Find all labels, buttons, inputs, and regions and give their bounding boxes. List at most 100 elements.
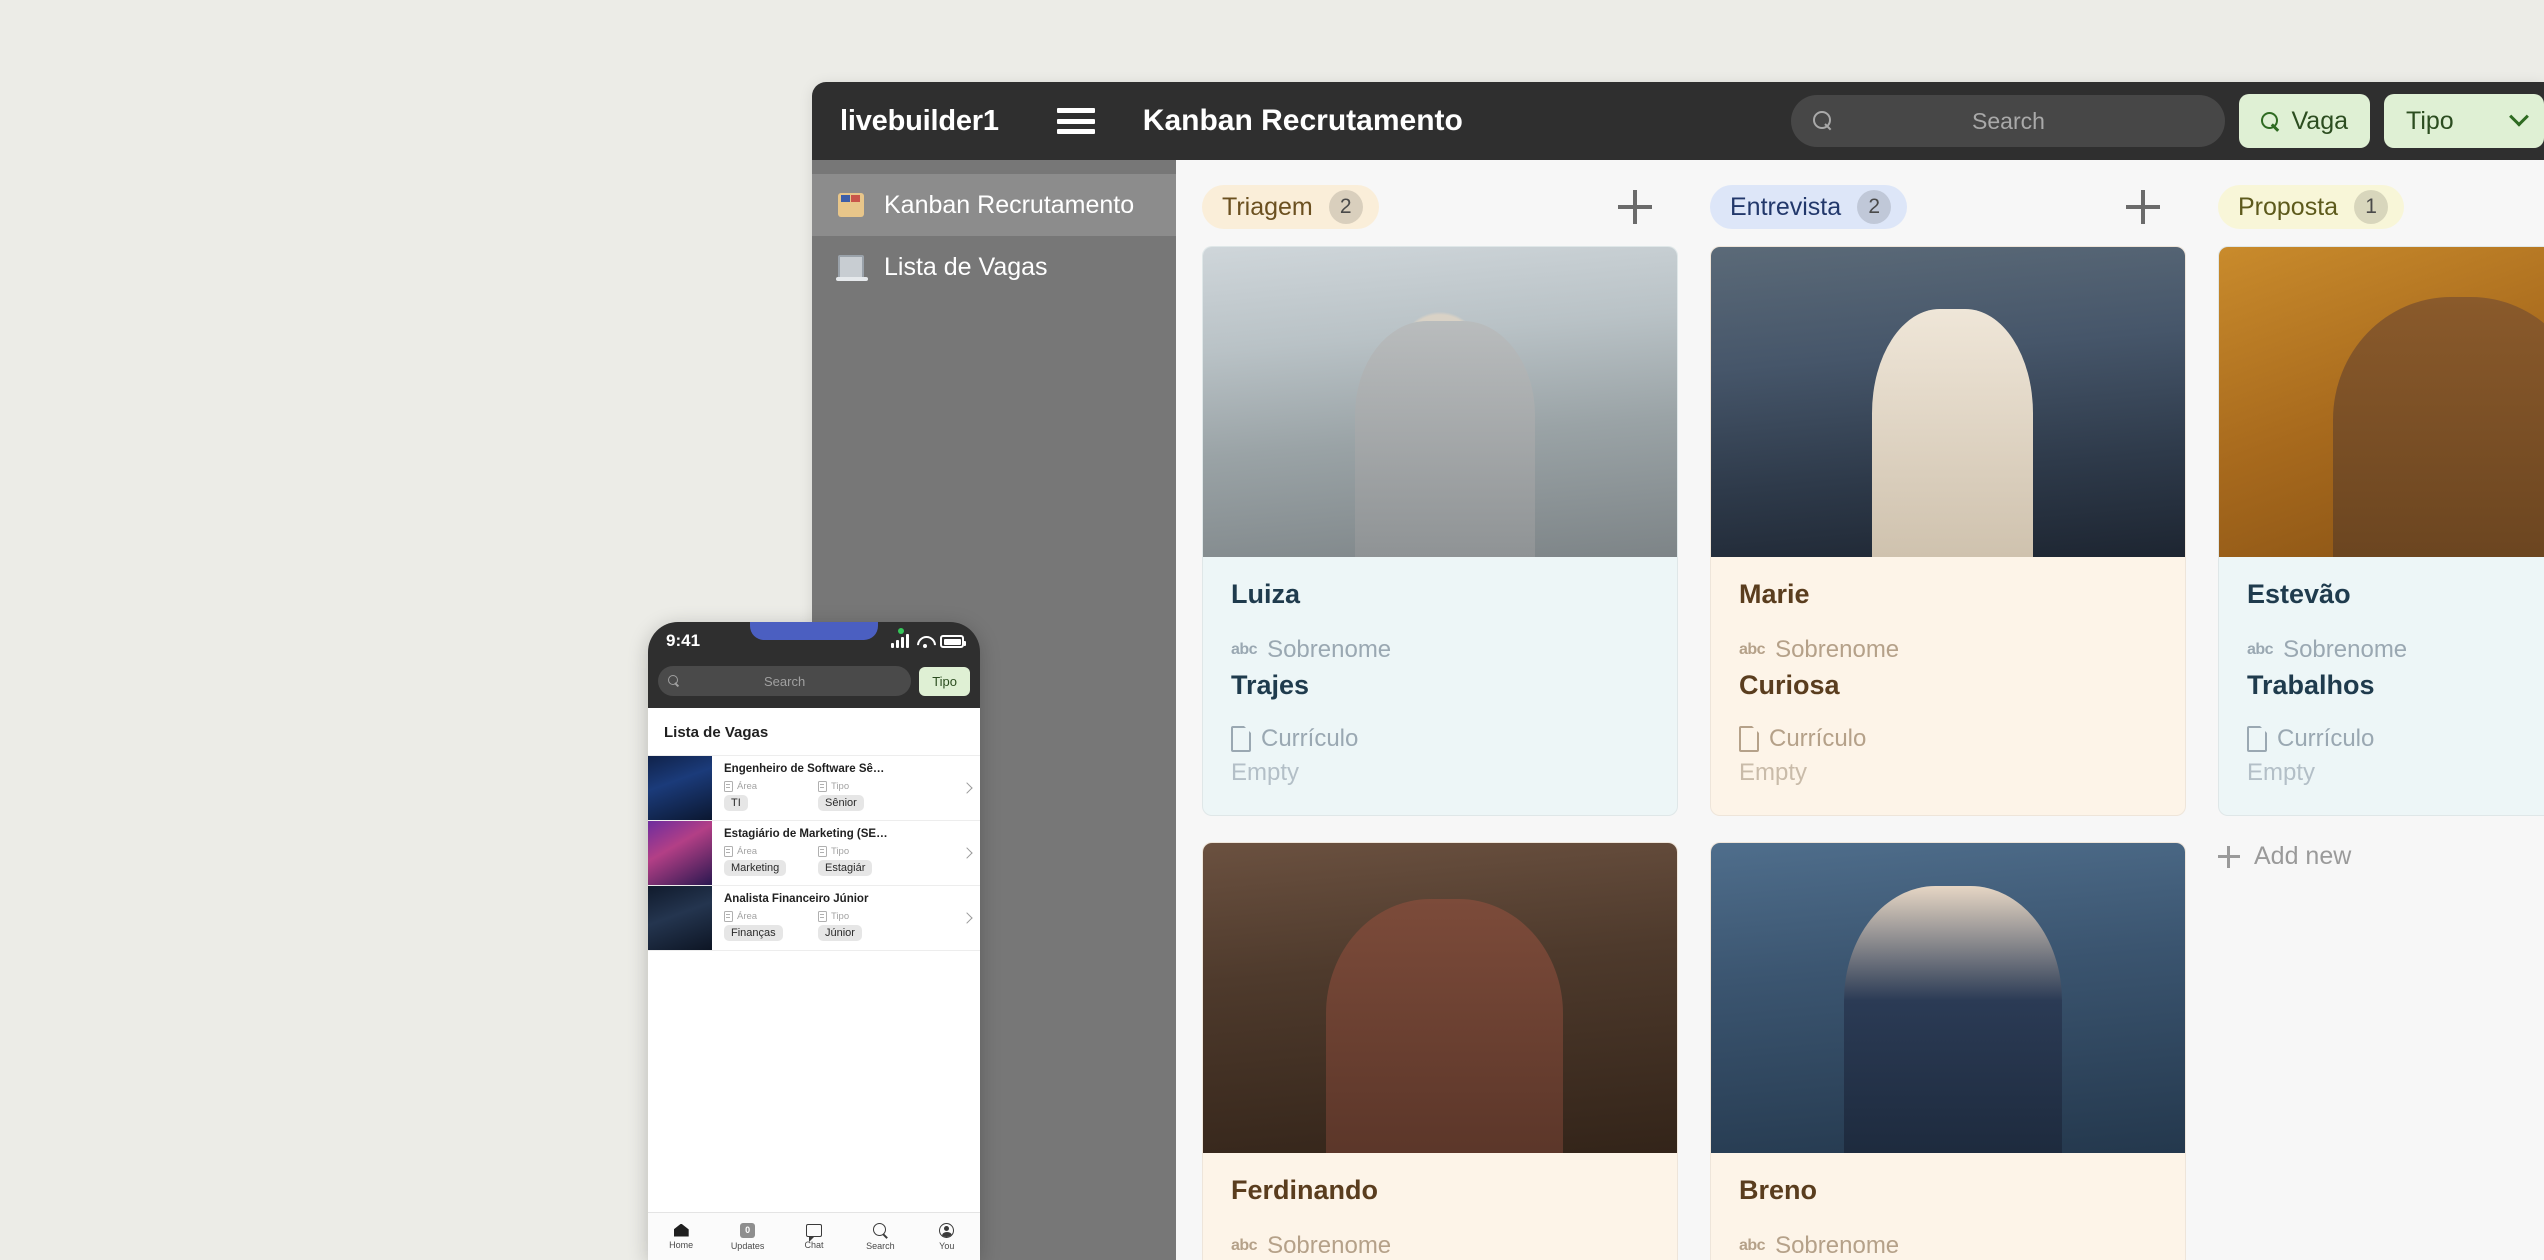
kanban-card[interactable]: Marie abc Sobrenome Curiosa Currículo Em…	[1710, 246, 2186, 816]
tab-home[interactable]: Home	[653, 1223, 709, 1250]
tab-label: Home	[669, 1239, 694, 1250]
chevron-right-icon	[954, 756, 980, 820]
list-item[interactable]: Engenheiro de Software Sê… Área TI Tipo …	[648, 756, 980, 821]
list-item-fields: Área Finanças Tipo Júnior	[724, 911, 948, 946]
chevron-down-icon	[2509, 106, 2529, 127]
list-item-body: Estagiário de Marketing (SE… Área Market…	[712, 821, 954, 885]
abc-icon: abc	[1739, 1237, 1766, 1254]
field-value: Júnior	[818, 925, 862, 941]
phone-notch	[750, 622, 878, 640]
field-label: Sobrenome	[1267, 1232, 1392, 1259]
field-label-row: abc Sobrenome	[1739, 636, 2157, 664]
updates-icon: 0	[740, 1222, 756, 1238]
list-item-thumbnail	[648, 821, 712, 885]
abc-icon: abc	[2247, 641, 2274, 658]
add-card-button[interactable]	[2126, 190, 2160, 224]
kanban-card[interactable]: Luiza abc Sobrenome Trajes Currículo Emp…	[1202, 246, 1678, 816]
list-item-thumbnail	[648, 886, 712, 950]
list-item-title: Engenheiro de Software Sê…	[724, 763, 885, 775]
attachment-value: Empty	[1231, 759, 1300, 786]
attachment-label: Currículo	[1769, 725, 1867, 752]
kanban-board: Triagem 2 Luiza abc Sobrenome Trajes Cur…	[1176, 160, 2544, 1260]
field-label: Área	[737, 781, 758, 792]
kanban-card[interactable]: Estevão abc Sobrenome Trabalhos Currícul…	[2218, 246, 2544, 816]
list-item-body: Engenheiro de Software Sê… Área TI Tipo …	[712, 756, 954, 820]
list-item-title: Estagiário de Marketing (SE…	[724, 828, 888, 840]
search-icon	[1813, 111, 1833, 131]
vaga-filter-button[interactable]: Vaga	[2239, 94, 2370, 148]
field-tipo: Tipo Júnior	[818, 911, 902, 946]
tab-label: Search	[866, 1240, 895, 1251]
sidebar-item-lista-de-vagas[interactable]: Lista de Vagas	[812, 236, 1176, 298]
column-header: Triagem 2	[1202, 182, 1678, 232]
list-item-fields: Área Marketing Tipo Estagiár	[724, 846, 948, 881]
add-new-card-button[interactable]: Add new	[2218, 842, 2544, 871]
phone-tab-bar: Home 0 Updates Chat Search You	[648, 1212, 980, 1260]
card-title: Breno	[1739, 1175, 1818, 1205]
add-new-label: Add new	[2254, 842, 2352, 870]
list-item[interactable]: Estagiário de Marketing (SE… Área Market…	[648, 821, 980, 886]
phone-search-placeholder: Search	[763, 673, 806, 689]
field-value: Estagiár	[818, 860, 873, 876]
page-title: Kanban Recrutamento	[1142, 104, 1463, 137]
app-header: livebuilder1 Kanban Recrutamento Search …	[812, 82, 2544, 160]
search-icon	[872, 1222, 888, 1238]
sidebar-item-label: Kanban Recrutamento	[884, 190, 1135, 219]
card-body: Breno abc Sobrenome Limão Currículo Empt…	[1711, 1153, 2185, 1260]
column-title: Entrevista	[1730, 192, 1842, 221]
field-value: Trajes	[1231, 670, 1310, 700]
header-actions: Search Vaga Tipo	[1791, 82, 2544, 160]
field-value: Trabalhos	[2247, 670, 2375, 700]
add-card-button[interactable]	[1618, 190, 1652, 224]
field-label: Tipo	[831, 911, 850, 922]
field-area: Área Finanças	[724, 911, 808, 946]
laptop-icon	[836, 255, 868, 281]
phone-status-icons	[891, 634, 966, 648]
tipo-select[interactable]: Tipo	[2384, 94, 2544, 148]
attachment-label-row: Currículo	[1739, 725, 2157, 753]
tab-search[interactable]: Search	[852, 1222, 908, 1251]
attachment-label-row: Currículo	[1231, 725, 1649, 753]
list-item[interactable]: Analista Financeiro Júnior Área Finanças	[648, 886, 980, 951]
search-input[interactable]: Search	[1791, 95, 2226, 147]
tab-chat[interactable]: Chat	[786, 1223, 842, 1250]
kanban-column-entrevista: Entrevista 2 Marie abc Sobrenome Curiosa…	[1710, 182, 2186, 1260]
sidebar-item-kanban-recrutamento[interactable]: Kanban Recrutamento	[812, 174, 1176, 236]
attachment-label: Currículo	[2277, 725, 2375, 752]
column-title: Triagem	[1222, 192, 1313, 221]
field-label-row: abc Sobrenome	[1739, 1232, 2157, 1260]
tipo-select-label: Tipo	[2406, 106, 2454, 135]
card-body: Estevão abc Sobrenome Trabalhos Currícul…	[2219, 557, 2544, 815]
abc-icon: abc	[1231, 641, 1258, 658]
sidebar-item-label: Lista de Vagas	[884, 252, 1048, 281]
phone-list-title: Lista de Vagas	[648, 708, 980, 756]
column-title-pill: Triagem 2	[1202, 185, 1379, 229]
candidate-photo	[2219, 247, 2544, 557]
document-icon	[2247, 725, 2268, 752]
list-item-fields: Área TI Tipo Sênior	[724, 781, 948, 816]
kanban-card[interactable]: Breno abc Sobrenome Limão Currículo Empt…	[1710, 842, 2186, 1260]
kanban-card[interactable]: Ferdinando abc Sobrenome Nakamura Curríc…	[1202, 842, 1678, 1260]
cellular-icon	[891, 634, 909, 648]
phone-search-input[interactable]: Search	[658, 666, 912, 696]
field-label: Tipo	[831, 781, 850, 792]
field-label: Sobrenome	[1775, 636, 1900, 663]
plus-icon	[2218, 845, 2240, 868]
field-value: Sênior	[818, 795, 864, 811]
screen-root: livebuilder1 Kanban Recrutamento Search …	[0, 0, 2544, 1260]
kanban-column-proposta: Proposta 1 Estevão abc Sobrenome Trabalh…	[2218, 182, 2544, 1260]
field-area: Área Marketing	[724, 846, 808, 881]
field-label-row: Tipo	[818, 781, 902, 792]
tab-updates[interactable]: 0 Updates	[720, 1222, 776, 1251]
candidate-photo	[1711, 247, 2185, 557]
phone-tipo-select[interactable]: Tipo	[919, 666, 970, 696]
hamburger-icon[interactable]	[1056, 108, 1095, 134]
field-value: Curiosa	[1739, 670, 1840, 700]
field-label-row: Tipo	[818, 911, 902, 922]
list-item-body: Analista Financeiro Júnior Área Finanças	[712, 886, 954, 950]
attachment-label-row: Currículo	[2247, 725, 2544, 753]
tab-you[interactable]: You	[919, 1222, 975, 1251]
chevron-right-icon	[954, 821, 980, 885]
column-count-badge: 2	[1328, 190, 1363, 224]
card-title: Ferdinando	[1231, 1175, 1378, 1205]
